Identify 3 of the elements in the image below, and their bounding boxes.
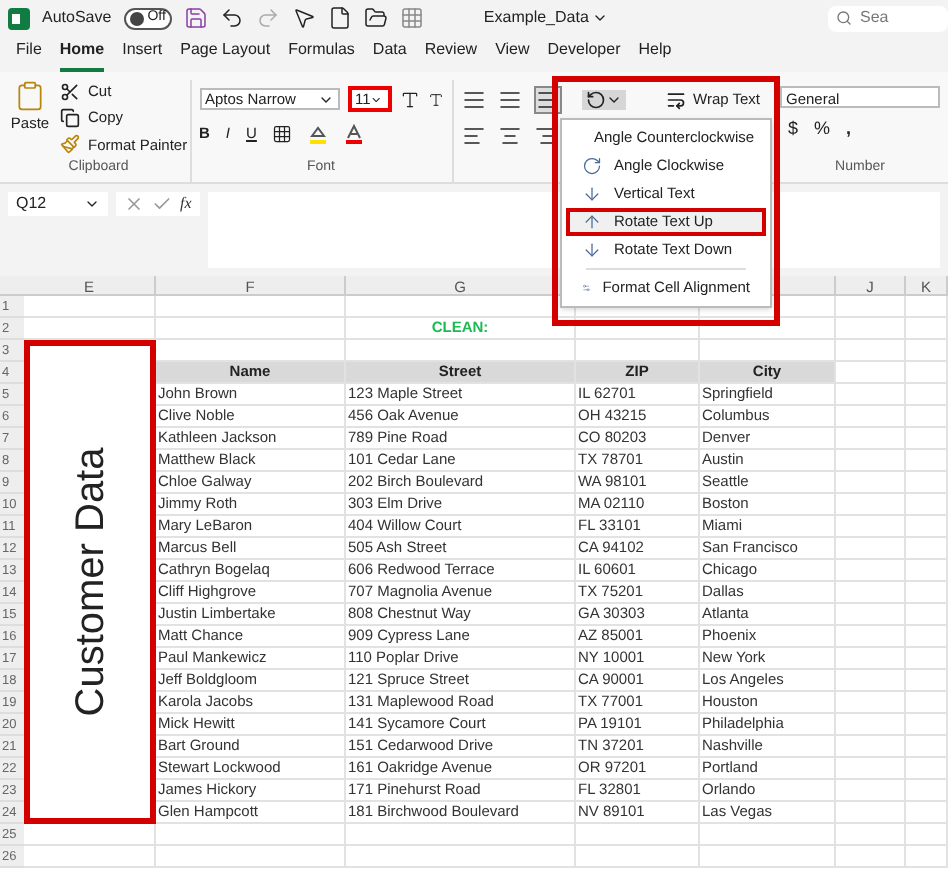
rotated-label: Customer Data (66, 447, 114, 717)
search-placeholder: Sea (860, 6, 889, 30)
autosave-label: AutoSave (42, 6, 112, 30)
